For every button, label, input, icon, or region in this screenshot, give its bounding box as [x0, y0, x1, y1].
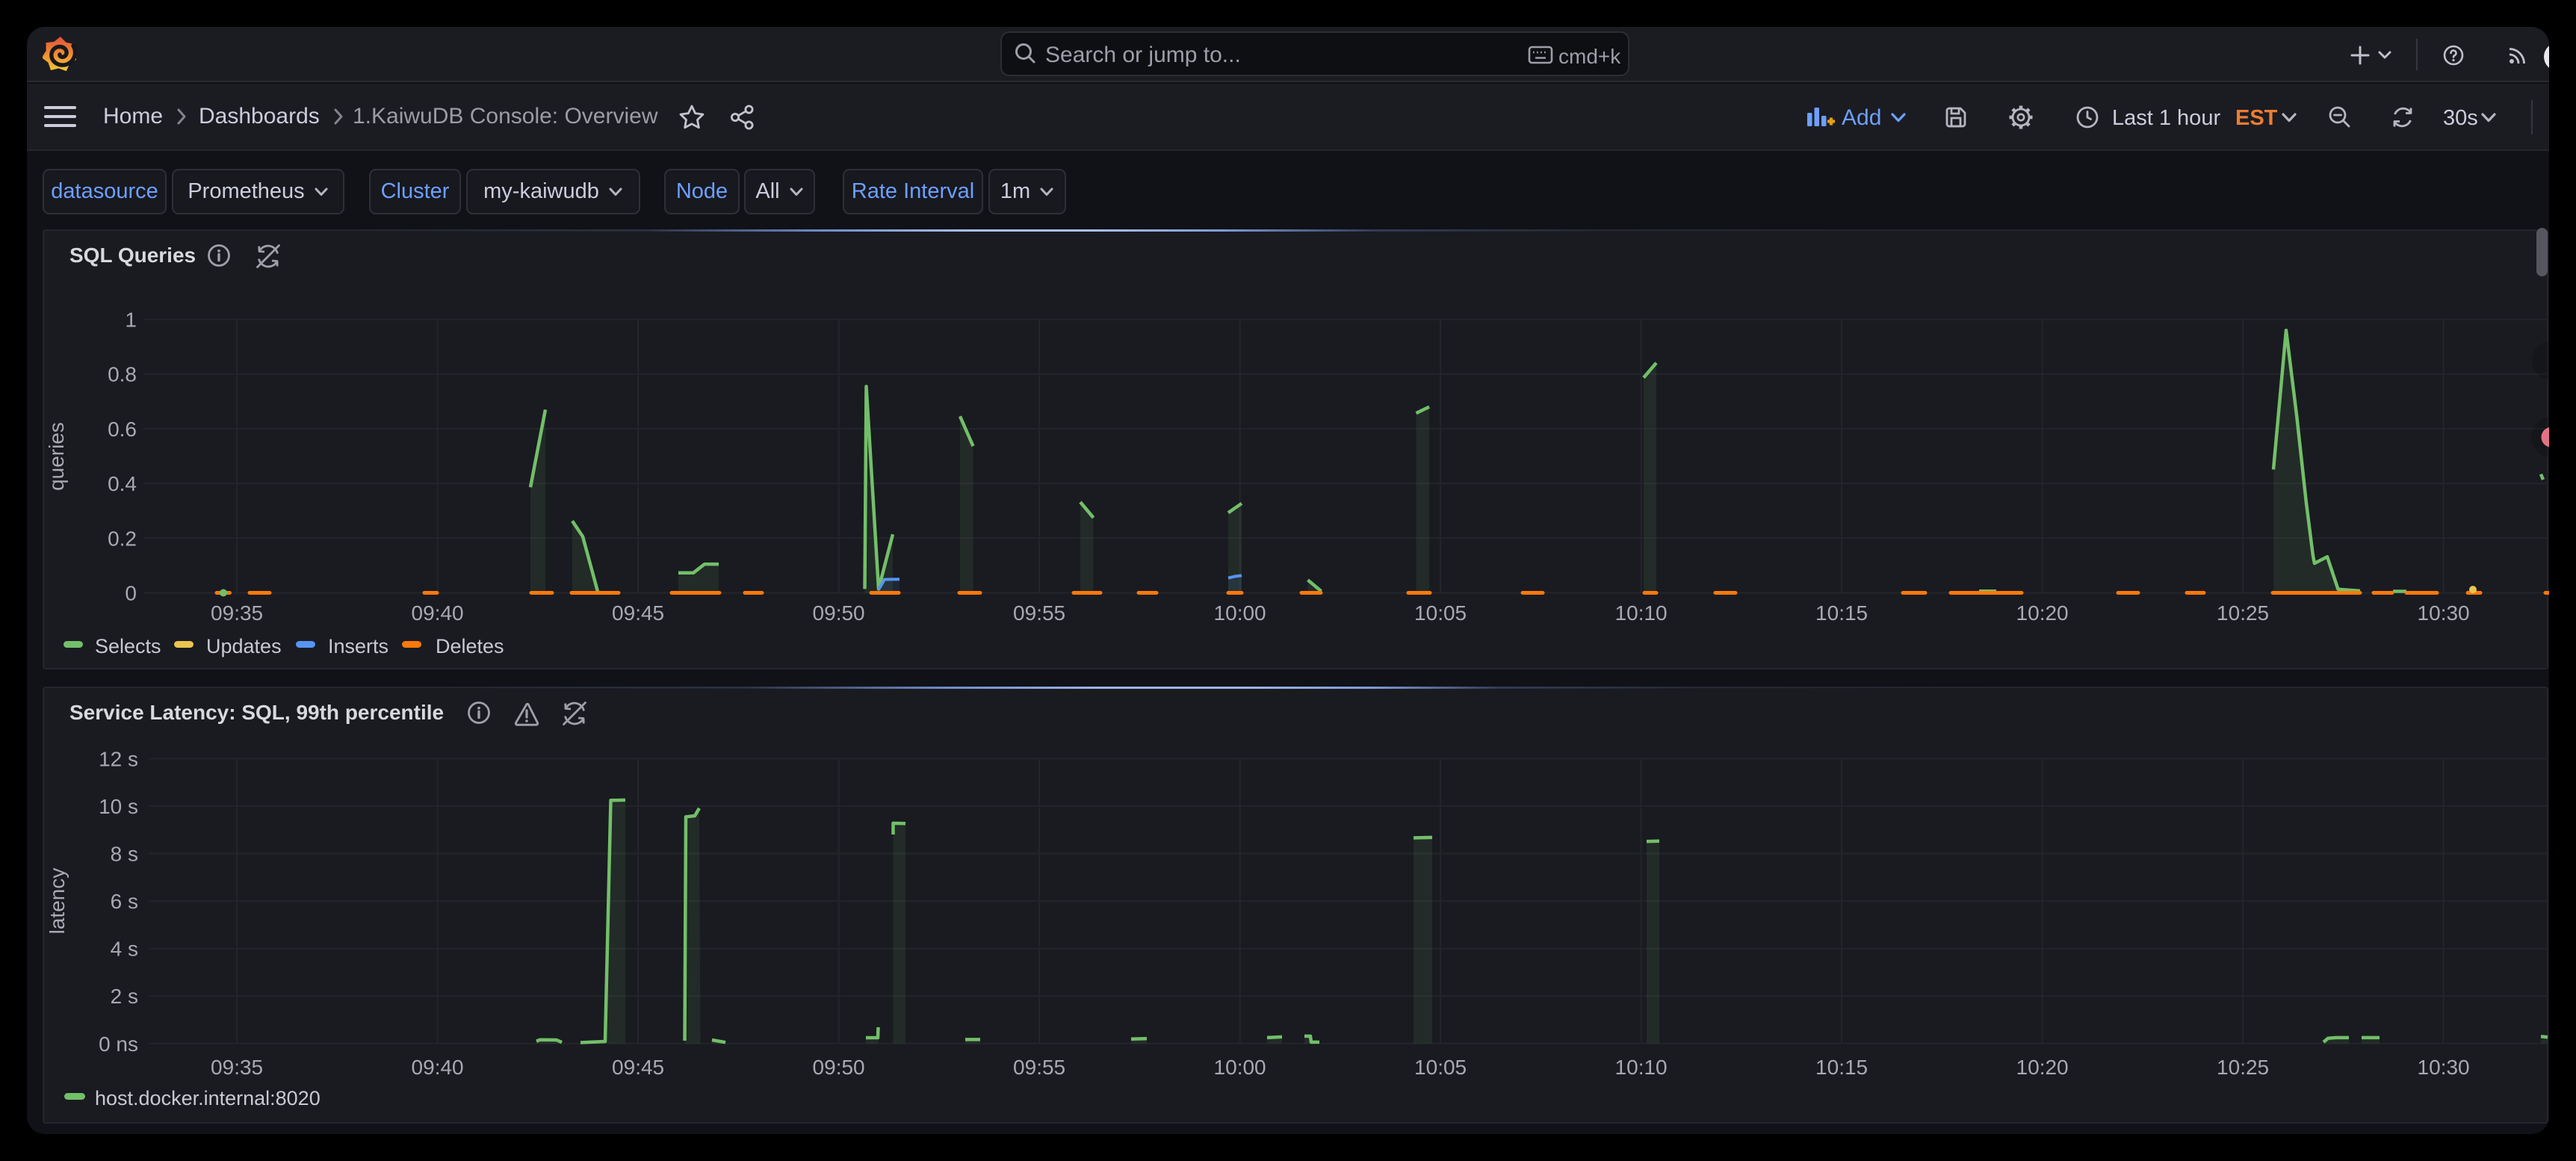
svg-text:4 s: 4 s: [111, 938, 138, 961]
svg-text:10:15: 10:15: [1815, 1056, 1868, 1079]
svg-text:10:30: 10:30: [2418, 1056, 2470, 1079]
svg-text:0: 0: [125, 582, 137, 605]
svg-text:10:25: 10:25: [2217, 601, 2269, 625]
svg-text:1: 1: [125, 309, 137, 332]
svg-text:10:30: 10:30: [2418, 601, 2470, 625]
svg-text:09:50: 09:50: [813, 1056, 865, 1079]
svg-text:12 s: 12 s: [99, 747, 138, 770]
svg-text:09:45: 09:45: [612, 601, 664, 625]
svg-text:09:50: 09:50: [813, 601, 865, 625]
svg-text:6 s: 6 s: [111, 890, 138, 913]
svg-text:Selects: Selects: [95, 635, 161, 657]
svg-text:10:20: 10:20: [2016, 601, 2069, 625]
svg-text:09:40: 09:40: [412, 601, 464, 625]
svg-text:Deletes: Deletes: [436, 635, 504, 657]
svg-text:latency: latency: [46, 868, 69, 935]
svg-text:10:00: 10:00: [1214, 1056, 1266, 1079]
svg-text:2 s: 2 s: [111, 985, 138, 1008]
svg-text:09:40: 09:40: [412, 1056, 464, 1079]
svg-text:10:15: 10:15: [1815, 601, 1868, 625]
svg-text:10 s: 10 s: [99, 795, 138, 818]
svg-text:10:10: 10:10: [1615, 601, 1668, 625]
svg-text:8 s: 8 s: [111, 843, 138, 866]
svg-text:queries: queries: [45, 422, 68, 491]
svg-text:10:05: 10:05: [1414, 601, 1467, 625]
svg-text:10:25: 10:25: [2217, 1056, 2269, 1079]
svg-text:host.docker.internal:8020: host.docker.internal:8020: [95, 1087, 321, 1109]
svg-text:Inserts: Inserts: [328, 635, 388, 657]
svg-text:10:05: 10:05: [1414, 1056, 1467, 1079]
svg-text:10:00: 10:00: [1214, 601, 1266, 625]
svg-text:10:10: 10:10: [1615, 1056, 1668, 1079]
svg-text:09:55: 09:55: [1013, 601, 1065, 625]
svg-text:09:35: 09:35: [211, 601, 263, 625]
svg-text:0 ns: 0 ns: [99, 1032, 138, 1056]
svg-text:0.8: 0.8: [108, 363, 137, 386]
svg-text:Updates: Updates: [206, 635, 282, 657]
svg-text:0.4: 0.4: [108, 472, 137, 495]
svg-text:0.2: 0.2: [108, 527, 137, 550]
svg-text:0.6: 0.6: [108, 418, 137, 441]
svg-text:09:55: 09:55: [1013, 1056, 1065, 1079]
svg-text:09:35: 09:35: [211, 1056, 263, 1079]
svg-text:09:45: 09:45: [612, 1056, 664, 1079]
svg-text:10:20: 10:20: [2016, 1056, 2069, 1079]
